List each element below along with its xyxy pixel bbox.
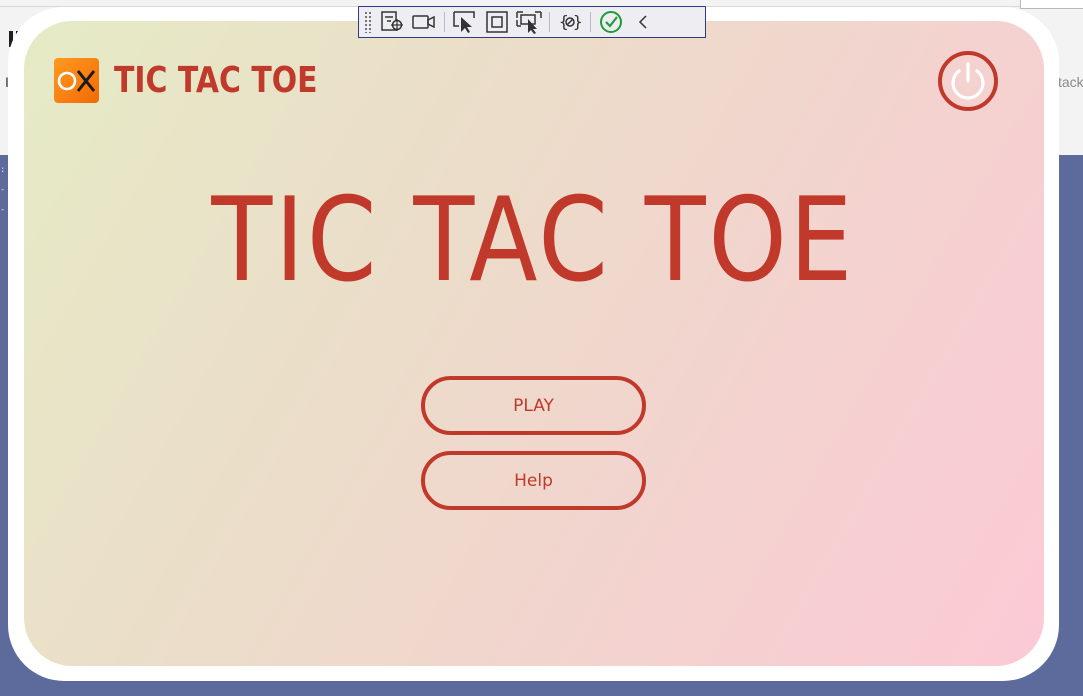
- live-visual-tree-icon[interactable]: [378, 9, 406, 35]
- ide-search-box[interactable]: [1020, 0, 1083, 9]
- xaml-debug-toolbar: { }: [358, 6, 706, 38]
- accessibility-check-icon[interactable]: [597, 9, 625, 35]
- ox-logo-icon: [54, 58, 99, 103]
- binding-failures-icon[interactable]: { }: [556, 9, 584, 35]
- power-button[interactable]: [938, 51, 998, 111]
- track-focus-icon[interactable]: [515, 9, 543, 35]
- svg-text:{: {: [559, 12, 569, 31]
- play-button[interactable]: PLAY: [421, 376, 646, 435]
- toolbar-separator: [590, 12, 591, 32]
- record-icon[interactable]: [410, 9, 438, 35]
- display-layout-adorners-icon[interactable]: [483, 9, 511, 35]
- app-window: [24, 21, 1044, 666]
- help-button[interactable]: Help: [421, 451, 646, 510]
- select-element-icon[interactable]: [451, 9, 479, 35]
- app-title: TIC TAC TOE: [114, 60, 318, 101]
- toolbar-grip-handle[interactable]: [364, 11, 372, 33]
- toolbar-separator: [444, 12, 445, 32]
- hero-title: TIC TAC TOE: [0, 173, 1066, 308]
- toolbar-separator: [549, 12, 550, 32]
- power-icon: [951, 62, 985, 100]
- collapse-chevron-icon[interactable]: [629, 9, 657, 35]
- hero-title-text: TIC TAC TOE: [211, 173, 855, 308]
- ide-right-text: tack: [1058, 74, 1083, 90]
